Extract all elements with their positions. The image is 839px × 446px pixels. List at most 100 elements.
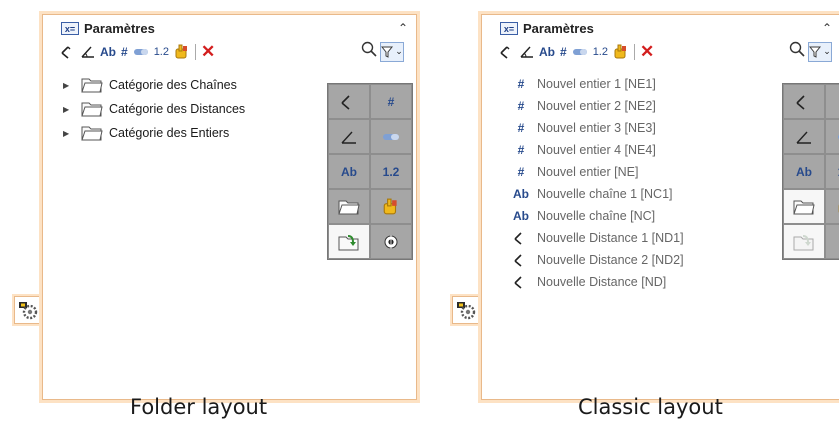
list-item[interactable]: # Nouvel entier [NE] bbox=[510, 161, 684, 183]
list-item-label: Nouvel entier 1 [NE1] bbox=[537, 77, 656, 91]
list-item[interactable]: Ab Nouvelle chaîne [NC] bbox=[510, 205, 684, 227]
collapse-icon[interactable]: ⌃ bbox=[822, 21, 832, 35]
search-icon[interactable] bbox=[361, 41, 377, 62]
filter-real-cell[interactable]: 1.2 bbox=[825, 154, 839, 189]
filter-distance-cell[interactable] bbox=[783, 84, 825, 119]
chevron-down-icon: ⌄ bbox=[395, 46, 403, 56]
filter-integer-cell[interactable]: # bbox=[370, 84, 412, 119]
filter-folder-cell[interactable] bbox=[783, 189, 825, 224]
string-tool-button[interactable]: Ab bbox=[100, 43, 116, 61]
folder-tree: ▶ Catégorie des Chaînes ▶ Catégorie des … bbox=[63, 73, 245, 145]
toolbar-separator bbox=[633, 44, 635, 60]
distance-icon bbox=[796, 94, 805, 110]
integer-icon: # bbox=[517, 99, 525, 113]
chevron-down-icon: ⌄ bbox=[823, 46, 831, 56]
formula-hand-icon[interactable] bbox=[174, 43, 190, 61]
folder-label: Catégorie des Entiers bbox=[109, 126, 230, 140]
list-item-label: Nouvelle chaîne [NC] bbox=[537, 209, 656, 223]
filter-published-cell[interactable] bbox=[783, 224, 825, 259]
distance-icon bbox=[341, 94, 350, 110]
folder-layout-panel: x= Paramètres ⌃ Ab # 1.2 ✕ ▶ Catégorie d… bbox=[42, 14, 417, 400]
settings-gear-tab[interactable] bbox=[14, 296, 42, 324]
list-item[interactable]: # Nouvel entier 2 [NE2] bbox=[510, 95, 684, 117]
angle-tool-icon[interactable] bbox=[80, 43, 95, 61]
expand-caret-icon[interactable]: ▶ bbox=[63, 129, 73, 138]
expand-caret-icon[interactable]: ▶ bbox=[63, 81, 73, 90]
panel-titlebar: x= Paramètres ⌃ bbox=[500, 19, 839, 37]
tree-folder-row[interactable]: ▶ Catégorie des Entiers bbox=[63, 121, 245, 145]
filter-angle-cell[interactable] bbox=[328, 119, 370, 154]
eye-icon bbox=[384, 234, 398, 249]
folder-arrow-icon bbox=[793, 234, 814, 250]
list-item[interactable]: # Nouvel entier 3 [NE3] bbox=[510, 117, 684, 139]
classic-layout-panel: x= Paramètres ⌃ Ab # 1.2 ✕ ⌄ # Nouvel en… bbox=[481, 14, 839, 400]
angle-tool-icon[interactable] bbox=[519, 43, 534, 61]
real-tool-button[interactable]: 1.2 bbox=[154, 43, 169, 61]
collapse-icon[interactable]: ⌃ bbox=[398, 21, 408, 35]
tree-folder-row[interactable]: ▶ Catégorie des Distances bbox=[63, 97, 245, 121]
delete-icon[interactable]: ✕ bbox=[640, 42, 654, 61]
expand-caret-icon[interactable]: ▶ bbox=[63, 105, 73, 114]
string-tool-button[interactable]: Ab bbox=[539, 43, 555, 61]
parameters-icon: x= bbox=[500, 21, 518, 35]
list-item[interactable]: Nouvelle Distance 2 [ND2] bbox=[510, 249, 684, 271]
parameter-toolbar: Ab # 1.2 ✕ bbox=[61, 42, 215, 62]
filter-real-cell[interactable]: 1.2 bbox=[370, 154, 412, 189]
search-filter-tools: ⌄ bbox=[361, 41, 404, 62]
list-item-label: Nouvelle Distance 2 [ND2] bbox=[537, 253, 684, 267]
formula-hand-icon bbox=[383, 198, 397, 214]
list-item[interactable]: Nouvelle Distance 1 [ND1] bbox=[510, 227, 684, 249]
panel-title: Paramètres bbox=[84, 20, 155, 36]
filter-formula-cell[interactable] bbox=[825, 189, 839, 224]
distance-icon bbox=[510, 231, 532, 245]
panel-title: Paramètres bbox=[523, 20, 594, 36]
filter-dropdown-button[interactable]: ⌄ bbox=[380, 41, 404, 62]
list-item[interactable]: Nouvelle Distance [ND] bbox=[510, 271, 684, 293]
boolean-tool-icon[interactable] bbox=[572, 43, 588, 61]
distance-icon bbox=[510, 253, 532, 267]
filter-visible-cell[interactable] bbox=[825, 224, 839, 259]
filter-string-cell[interactable]: Ab bbox=[783, 154, 825, 189]
filter-angle-cell[interactable] bbox=[783, 119, 825, 154]
list-item[interactable]: Ab Nouvelle chaîne 1 [NC1] bbox=[510, 183, 684, 205]
classic-layout-caption: Classic layout bbox=[578, 395, 723, 419]
filter-boolean-cell[interactable] bbox=[370, 119, 412, 154]
list-item[interactable]: # Nouvel entier 4 [NE4] bbox=[510, 139, 684, 161]
integer-tool-button[interactable]: # bbox=[121, 43, 128, 61]
filter-grid: # Ab 1.2 bbox=[327, 83, 413, 260]
gear-icon bbox=[19, 302, 38, 320]
parameter-toolbar: Ab # 1.2 ✕ bbox=[500, 42, 654, 62]
filter-dropdown-button[interactable]: ⌄ bbox=[808, 41, 832, 62]
list-item-label: Nouvel entier 2 [NE2] bbox=[537, 99, 656, 113]
filter-integer-cell[interactable]: # bbox=[825, 84, 839, 119]
filter-formula-cell[interactable] bbox=[370, 189, 412, 224]
filter-boolean-cell[interactable] bbox=[825, 119, 839, 154]
integer-tool-button[interactable]: # bbox=[560, 43, 567, 61]
angle-icon bbox=[796, 131, 811, 144]
formula-hand-icon[interactable] bbox=[613, 43, 629, 61]
settings-gear-tab[interactable] bbox=[452, 296, 480, 324]
delete-icon[interactable]: ✕ bbox=[201, 42, 215, 61]
filter-published-cell[interactable] bbox=[328, 224, 370, 259]
filter-visible-cell[interactable] bbox=[370, 224, 412, 259]
list-item[interactable]: # Nouvel entier 1 [NE1] bbox=[510, 73, 684, 95]
folder-label: Catégorie des Distances bbox=[109, 102, 246, 116]
list-item-label: Nouvel entier [NE] bbox=[537, 165, 639, 179]
list-item-label: Nouvelle Distance [ND] bbox=[537, 275, 667, 289]
real-tool-button[interactable]: 1.2 bbox=[593, 43, 608, 61]
integer-icon: # bbox=[517, 77, 525, 91]
folder-icon bbox=[81, 78, 103, 93]
filter-folder-cell[interactable] bbox=[328, 189, 370, 224]
tree-folder-row[interactable]: ▶ Catégorie des Chaînes bbox=[63, 73, 245, 97]
boolean-tool-icon[interactable] bbox=[133, 43, 149, 61]
distance-tool-icon[interactable] bbox=[61, 43, 75, 61]
integer-icon: # bbox=[517, 165, 525, 179]
filter-distance-cell[interactable] bbox=[328, 84, 370, 119]
parameters-icon: x= bbox=[61, 21, 79, 35]
folder-icon bbox=[338, 200, 360, 214]
distance-tool-icon[interactable] bbox=[500, 43, 514, 61]
filter-string-cell[interactable]: Ab bbox=[328, 154, 370, 189]
search-icon[interactable] bbox=[789, 41, 805, 62]
folder-label: Catégorie des Chaînes bbox=[109, 78, 237, 92]
panel-titlebar: x= Paramètres ⌃ bbox=[61, 19, 408, 37]
